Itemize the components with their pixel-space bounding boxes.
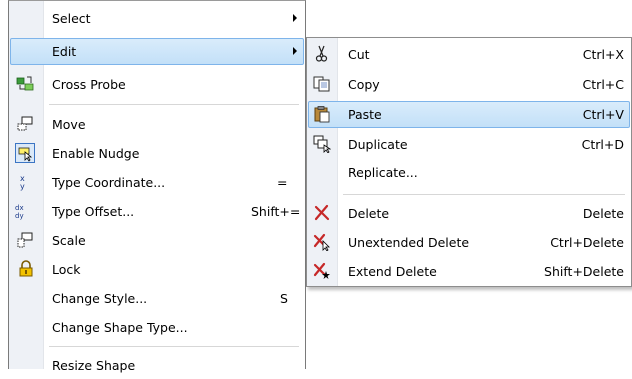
menu-item-label: Enable Nudge [52,146,140,161]
menu-item-change-style[interactable]: Change Style... S [10,285,304,312]
duplicate-icon [313,135,331,153]
menu-item-resize-shape[interactable]: Resize Shape [10,352,304,379]
menu-item-label: Cross Probe [52,77,126,92]
menu-item-label: Duplicate [348,137,408,152]
menu-item-change-shape-type[interactable]: Change Shape Type... [10,314,304,341]
menu-item-shortcut: Ctrl+X [582,47,624,62]
menu-item-duplicate[interactable]: Duplicate Ctrl+D [308,131,630,158]
move-icon [17,116,33,131]
menu-item-type-offset[interactable]: dx dy Type Offset... Shift+= [10,198,304,225]
menu-separator [343,194,625,195]
menu-item-label: Select [52,11,91,26]
menu-item-label: Lock [52,262,81,277]
menu-item-shortcut: Delete [582,206,624,221]
menu-item-label: Change Shape Type... [52,320,188,335]
menu-item-delete[interactable]: Delete Delete [308,200,630,227]
menu-item-type-coordinate[interactable]: x y Type Coordinate... = [10,169,304,196]
menu-item-shortcut: Ctrl+C [582,77,624,92]
nudge-icon [15,143,35,163]
menu-item-label: Unextended Delete [348,235,470,250]
menu-item-shortcut: S [280,291,288,306]
menu-item-label: Cut [348,47,370,62]
menu-item-label: Type Offset... [52,204,135,219]
menu-item-label: Scale [52,233,86,248]
submenu-arrow-icon [293,14,297,22]
menu-separator [49,346,299,347]
menu-item-label: Extend Delete [348,264,437,279]
menu-item-label: Paste [348,107,382,122]
menu-item-scale[interactable]: Scale [10,227,304,254]
menu-item-label: Copy [348,77,380,92]
menu-item-cross-probe[interactable]: Cross Probe [10,71,304,98]
edit-submenu: Cut Ctrl+X Copy Ctrl+C Paste Ctrl+V Dupl… [306,37,632,287]
menu-item-label: Replicate... [348,165,418,180]
menu-item-shortcut: Ctrl+V [582,107,624,122]
menu-item-shortcut: Shift+= [251,204,301,219]
menu-item-label: Delete [348,206,390,221]
extend-delete-icon [313,262,330,279]
menu-item-unextended-delete[interactable]: Unextended Delete Ctrl+Delete [308,229,630,256]
menu-separator [49,104,299,105]
paste-icon [314,106,330,123]
menu-item-replicate[interactable]: Replicate... [308,159,630,186]
menu-item-select[interactable]: Select [10,5,304,32]
menu-item-paste[interactable]: Paste Ctrl+V [308,101,630,128]
menu-item-cut[interactable]: Cut Ctrl+X [308,41,630,68]
svg-text:dy: dy [15,212,24,220]
submenu-arrow-icon [293,47,297,55]
coordinate-icon: x y [20,174,25,191]
menu-item-enable-nudge[interactable]: Enable Nudge [10,140,304,167]
menu-item-shortcut: = [277,175,288,190]
scale-icon [17,232,33,248]
menu-item-label: Change Style... [52,291,148,306]
delete-icon [314,204,330,221]
menu-item-label: Move [52,117,86,132]
offset-icon: dx dy [15,204,24,220]
svg-text:dx: dx [15,204,24,212]
menu-item-extend-delete[interactable]: Extend Delete Shift+Delete [308,258,630,285]
cross-probe-icon [16,76,34,91]
main-context-menu: Select Edit Cross Probe Move Enable Nudg… [8,0,306,373]
menu-item-lock[interactable]: Lock [10,256,304,283]
menu-item-label: Type Coordinate... [52,175,166,190]
menu-item-move[interactable]: Move [10,111,304,138]
cut-icon [315,45,328,62]
lock-icon [19,260,33,277]
copy-icon [313,76,330,92]
menu-item-label: Edit [52,44,77,59]
menu-item-shortcut: Ctrl+D [581,137,624,152]
menu-item-edit[interactable]: Edit [10,38,304,65]
menu-item-shortcut: Shift+Delete [544,264,624,279]
menu-item-shortcut: Ctrl+Delete [550,235,624,250]
menu-item-label: Resize Shape [52,358,136,373]
unextended-delete-icon [313,233,330,251]
menu-item-copy[interactable]: Copy Ctrl+C [308,71,630,98]
svg-text:y: y [20,182,25,191]
